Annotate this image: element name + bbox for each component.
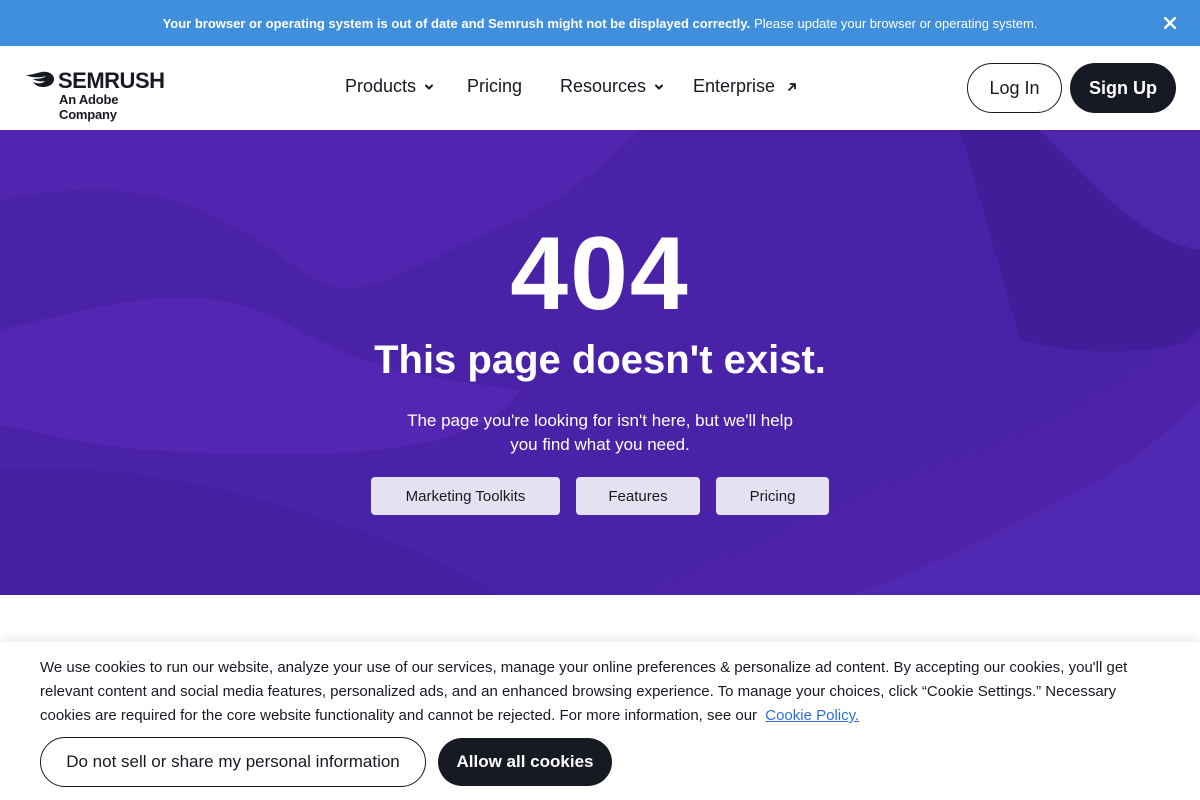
hero-description-line2: you find what you need.	[510, 435, 690, 454]
nav-resources-label: Resources	[560, 76, 647, 96]
semrush-fireball-icon	[24, 69, 56, 94]
nav-products[interactable]: Products	[345, 76, 434, 97]
arrow-up-right-icon	[787, 82, 797, 92]
signup-button[interactable]: Sign Up	[1070, 63, 1176, 113]
allow-all-cookies-button[interactable]: Allow all cookies	[438, 738, 612, 786]
nav-products-label: Products	[345, 76, 417, 96]
banner-update-text: Please update your browser or operating …	[754, 15, 1038, 31]
error-404-hero: 404 This page doesn't exist. The page yo…	[0, 130, 1200, 595]
banner-warning-text: Your browser or operating system is out …	[162, 15, 751, 31]
nav-pricing-label: Pricing	[467, 76, 523, 96]
error-code: 404	[510, 216, 690, 332]
do-not-sell-button[interactable]: Do not sell or share my personal informa…	[40, 737, 426, 787]
cookie-policy-link[interactable]: Cookie Policy.	[765, 707, 859, 724]
nav-resources[interactable]: Resources	[560, 76, 664, 97]
semrush-logo[interactable]: SEMRUSH An Adobe Company	[24, 68, 176, 122]
chevron-down-icon	[424, 82, 434, 92]
logo-tagline: An Adobe Company	[59, 92, 119, 122]
cookie-consent-bar: We use cookies to run our website, analy…	[0, 642, 1200, 800]
hero-description: The page you're looking for isn't here, …	[395, 409, 805, 457]
nav-enterprise[interactable]: Enterprise	[693, 76, 797, 97]
outdated-browser-banner: Your browser or operating system is out …	[0, 0, 1200, 46]
pricing-button[interactable]: Pricing	[716, 477, 829, 515]
nav-enterprise-label: Enterprise	[693, 76, 776, 96]
cookie-text: We use cookies to run our website, analy…	[40, 659, 1128, 724]
features-button[interactable]: Features	[576, 477, 700, 515]
hero-description-line1: The page you're looking for isn't here, …	[407, 411, 793, 430]
nav-pricing[interactable]: Pricing	[467, 76, 522, 97]
logo-wordmark: SEMRUSH	[58, 68, 165, 93]
cookie-text-paragraph: We use cookies to run our website, analy…	[40, 656, 1165, 728]
close-icon[interactable]	[1160, 13, 1180, 33]
site-header: SEMRUSH An Adobe Company Products Pricin…	[0, 46, 1200, 130]
page-title: This page doesn't exist.	[374, 338, 826, 382]
login-button[interactable]: Log In	[967, 63, 1062, 113]
marketing-toolkits-button[interactable]: Marketing Toolkits	[371, 477, 560, 515]
chevron-down-icon	[654, 82, 664, 92]
